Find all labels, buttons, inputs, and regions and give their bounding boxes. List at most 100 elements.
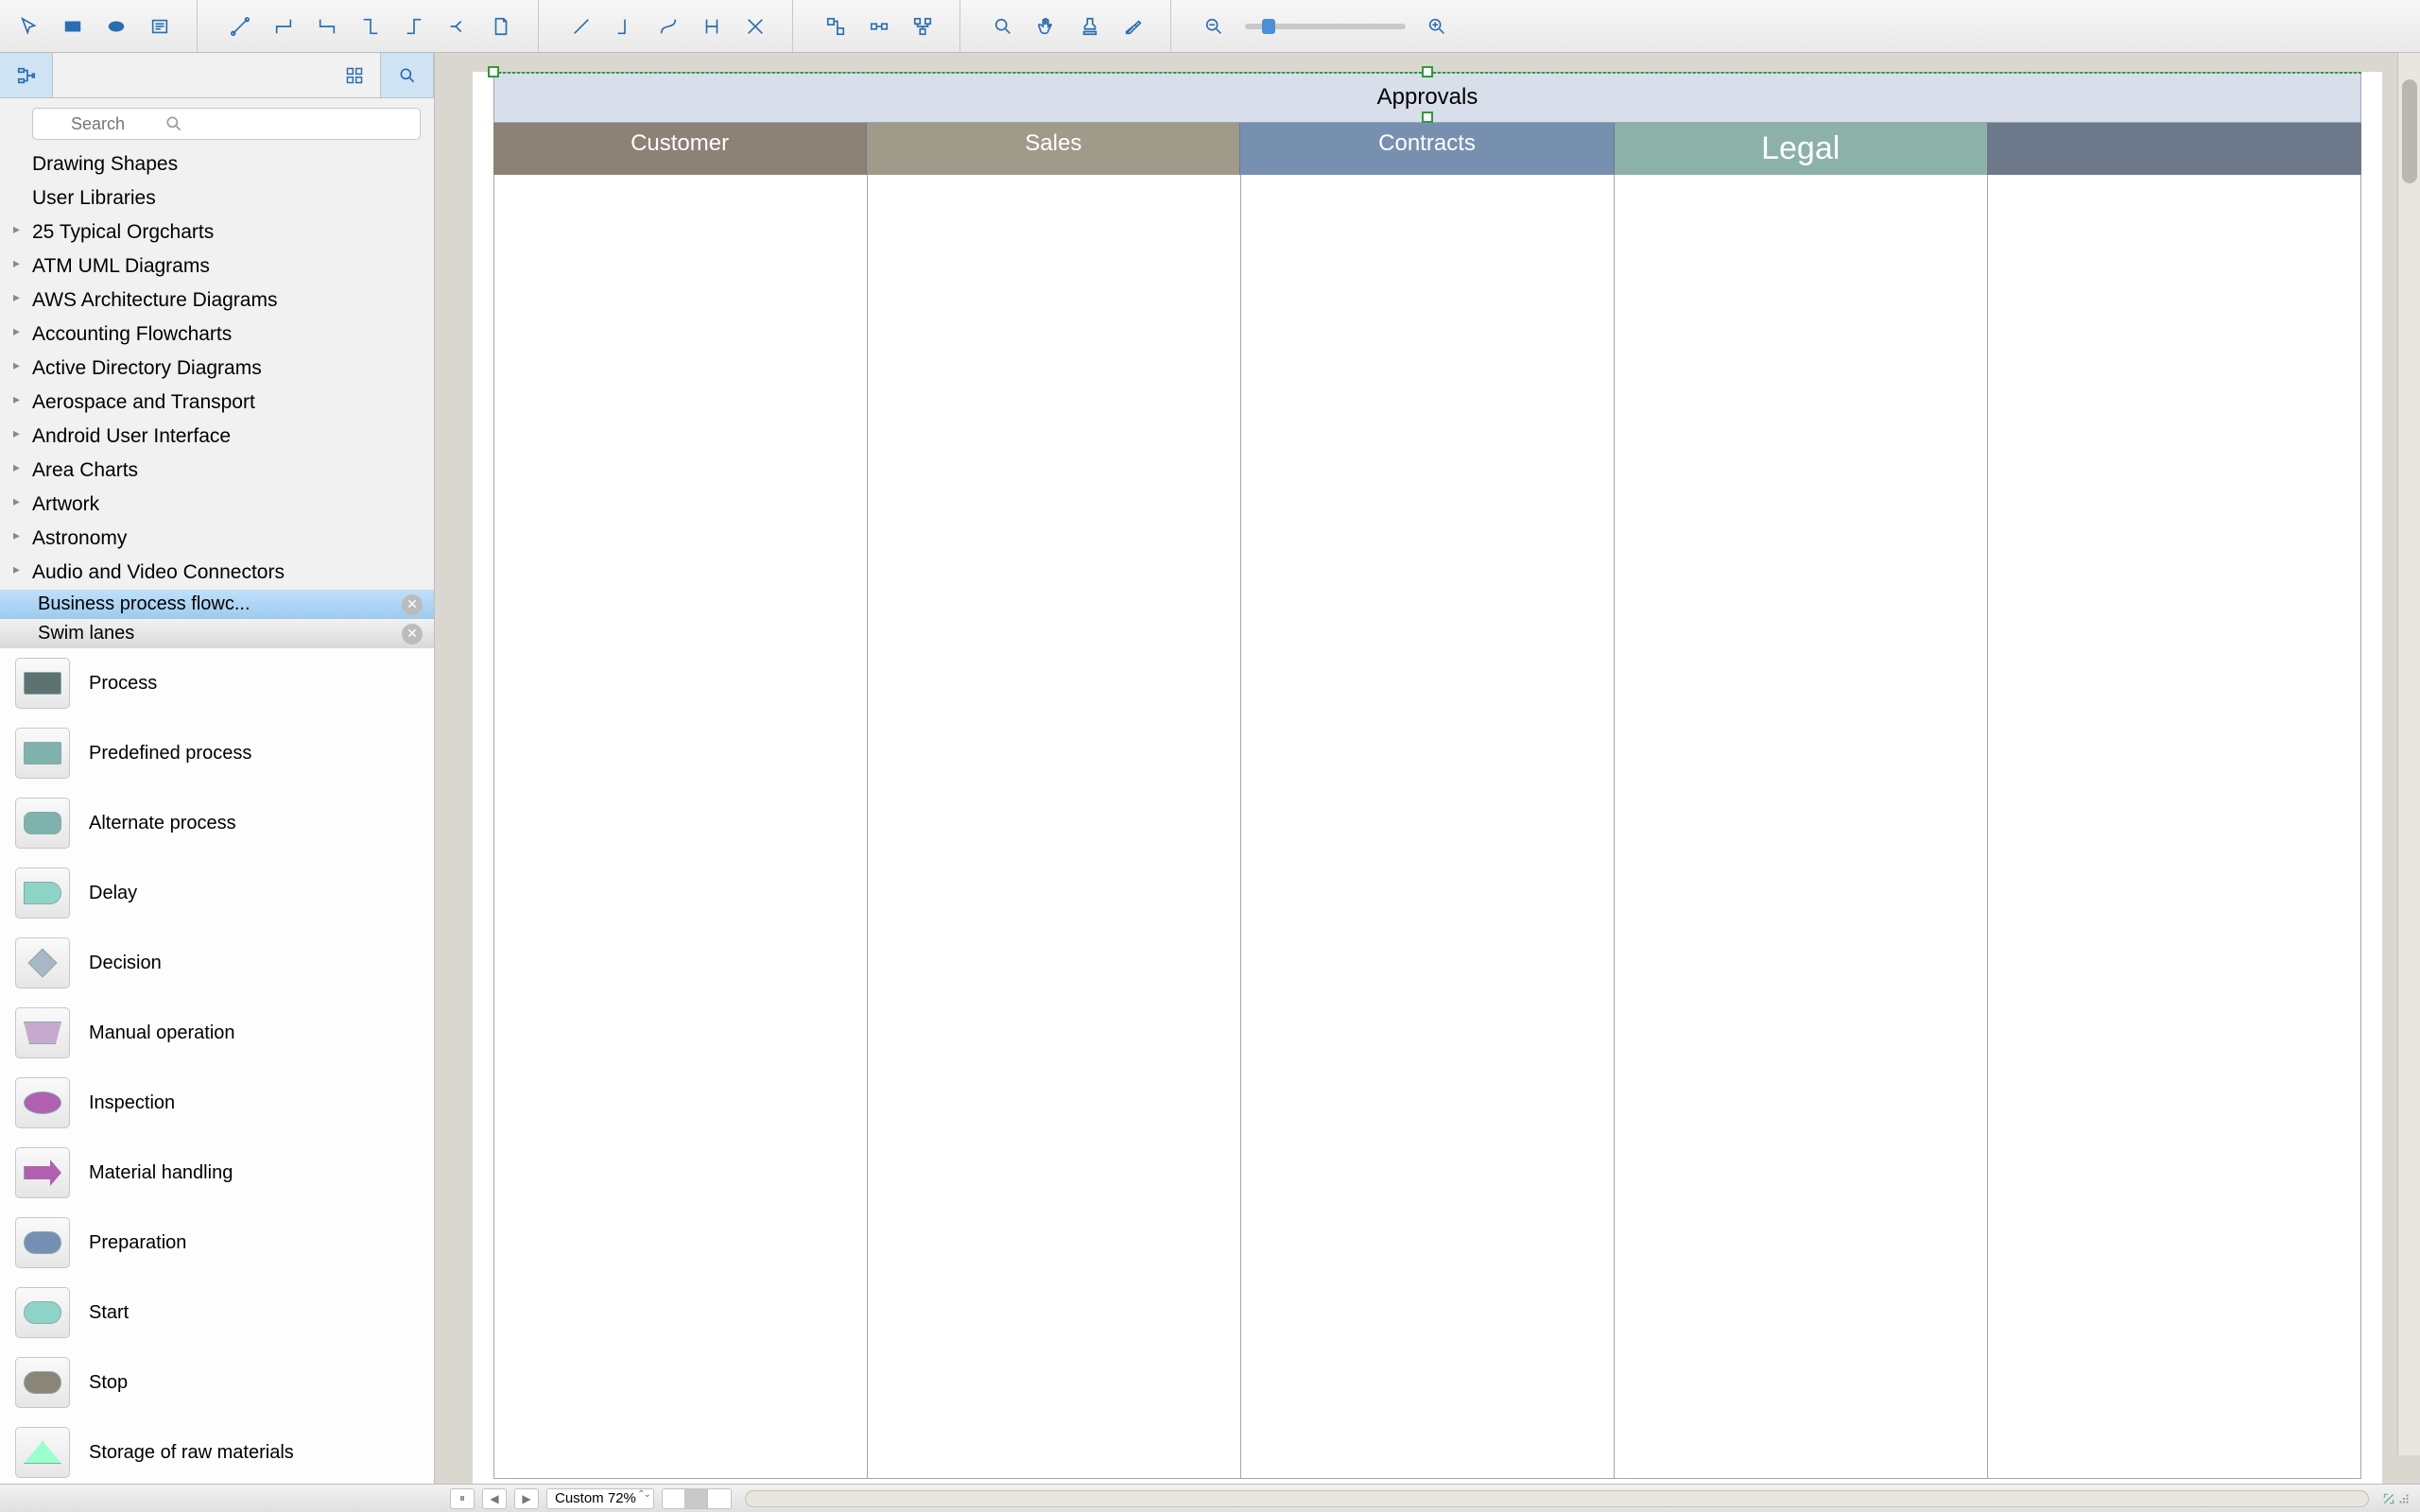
swimlane-column[interactable] bbox=[1241, 175, 1615, 1479]
library-category[interactable]: User Libraries bbox=[0, 181, 434, 215]
shape-palette-item[interactable]: Predefined process bbox=[0, 718, 434, 788]
swimlane-column[interactable] bbox=[1615, 175, 1988, 1479]
shape-palette-item[interactable]: Alternate process bbox=[0, 788, 434, 858]
connector-elbow3-icon[interactable] bbox=[351, 8, 390, 45]
selection-handle-n2[interactable] bbox=[1422, 112, 1433, 123]
ellipse-tool-icon[interactable] bbox=[96, 8, 136, 45]
library-category[interactable]: Artwork bbox=[0, 488, 434, 522]
line-straight-icon[interactable] bbox=[562, 8, 601, 45]
shape-label: Material handling bbox=[89, 1162, 233, 1184]
shape-palette-item[interactable]: Stop bbox=[0, 1348, 434, 1418]
library-category[interactable]: 25 Typical Orgcharts bbox=[0, 215, 434, 249]
library-category[interactable]: Aerospace and Transport bbox=[0, 386, 434, 420]
zoom-tool-icon[interactable] bbox=[983, 8, 1023, 45]
swimlane-headers: CustomerSalesContractsLegal bbox=[493, 123, 2361, 175]
shape-thumb-icon bbox=[15, 1077, 70, 1128]
swimlane-column[interactable] bbox=[493, 175, 868, 1479]
view-mode-3[interactable] bbox=[708, 1489, 731, 1508]
shape-palette-item[interactable]: Inspection bbox=[0, 1068, 434, 1138]
shape-thumb-icon bbox=[15, 1147, 70, 1198]
library-category[interactable]: Android User Interface bbox=[0, 420, 434, 454]
swimlane-header[interactable]: Contracts bbox=[1240, 123, 1614, 175]
zoom-level-select[interactable]: Custom 72% bbox=[546, 1488, 654, 1509]
eyedropper-tool-icon[interactable] bbox=[1114, 8, 1153, 45]
library-category[interactable]: Drawing Shapes bbox=[0, 147, 434, 181]
shape-palette-item[interactable]: Start bbox=[0, 1278, 434, 1348]
swimlane-header[interactable]: Sales bbox=[867, 123, 1240, 175]
swimlane-column[interactable] bbox=[1988, 175, 2361, 1479]
library-category[interactable]: Accounting Flowcharts bbox=[0, 318, 434, 352]
shape-palette-item[interactable]: Material handling bbox=[0, 1138, 434, 1208]
vertical-scroll-thumb[interactable] bbox=[2402, 79, 2417, 183]
autoarrange2-icon[interactable] bbox=[859, 8, 899, 45]
status-bar: ⏸ ◀ ▶ Custom 72% bbox=[0, 1484, 2420, 1512]
shape-palette-item[interactable]: Delay bbox=[0, 858, 434, 928]
shape-palette: ProcessPredefined processAlternate proce… bbox=[0, 648, 434, 1484]
zoom-slider[interactable] bbox=[1245, 24, 1406, 29]
library-category[interactable]: Audio and Video Connectors bbox=[0, 556, 434, 590]
line-double-icon[interactable] bbox=[692, 8, 732, 45]
zoom-in-icon[interactable] bbox=[1417, 8, 1457, 45]
search-tab[interactable] bbox=[381, 53, 434, 97]
open-library-swim-lanes[interactable]: Swim lanes ✕ bbox=[0, 619, 434, 648]
selection-handle-nw[interactable] bbox=[488, 66, 499, 77]
line-ortho-icon[interactable] bbox=[605, 8, 645, 45]
stamp-tool-icon[interactable] bbox=[1070, 8, 1110, 45]
view-mode-1[interactable] bbox=[663, 1489, 685, 1508]
page-prev-icon[interactable]: ◀ bbox=[482, 1488, 507, 1509]
open-library-business-process[interactable]: Business process flowc... ✕ bbox=[0, 590, 434, 619]
drawing-page[interactable]: Approvals CustomerSalesContractsLegal bbox=[473, 72, 2382, 1484]
zoom-slider-thumb[interactable] bbox=[1262, 19, 1275, 34]
swimlane-column[interactable] bbox=[868, 175, 1241, 1479]
shape-thumb-icon bbox=[15, 1427, 70, 1478]
horizontal-scrollbar[interactable] bbox=[745, 1490, 2369, 1507]
pointer-tool-icon[interactable] bbox=[9, 8, 49, 45]
selection-handle-n[interactable] bbox=[1422, 66, 1433, 77]
autoarrange1-icon[interactable] bbox=[816, 8, 856, 45]
shape-palette-item[interactable]: Manual operation bbox=[0, 998, 434, 1068]
corner-grip-icon[interactable] bbox=[2397, 1492, 2411, 1505]
autoarrange3-icon[interactable] bbox=[903, 8, 942, 45]
swimlane-header[interactable]: Legal bbox=[1615, 123, 1988, 175]
shape-palette-item[interactable]: Decision bbox=[0, 928, 434, 998]
connector-elbow1-icon[interactable] bbox=[264, 8, 303, 45]
view-mode-switch[interactable] bbox=[662, 1488, 732, 1509]
shape-palette-item[interactable]: Storage of raw materials bbox=[0, 1418, 434, 1484]
library-category[interactable]: Area Charts bbox=[0, 454, 434, 488]
pan-tool-icon[interactable] bbox=[1027, 8, 1066, 45]
library-category[interactable]: Astronomy bbox=[0, 522, 434, 556]
line-cross-icon[interactable] bbox=[735, 8, 775, 45]
zoom-out-icon[interactable] bbox=[1194, 8, 1234, 45]
connector-split-icon[interactable] bbox=[438, 8, 477, 45]
shape-thumb-icon bbox=[15, 1357, 70, 1408]
page-pause-icon[interactable]: ⏸ bbox=[450, 1488, 475, 1509]
connector-elbow2-icon[interactable] bbox=[307, 8, 347, 45]
vertical-scrollbar[interactable] bbox=[2397, 53, 2420, 1455]
close-library-icon[interactable]: ✕ bbox=[402, 594, 423, 615]
connector-direct-icon[interactable] bbox=[220, 8, 260, 45]
open-sublibrary-label: Swim lanes bbox=[38, 623, 134, 644]
library-category[interactable]: Active Directory Diagrams bbox=[0, 352, 434, 386]
library-category[interactable]: AWS Architecture Diagrams bbox=[0, 284, 434, 318]
corner-expand-icon[interactable] bbox=[2382, 1492, 2395, 1505]
text-tool-icon[interactable] bbox=[140, 8, 180, 45]
connector-elbow4-icon[interactable] bbox=[394, 8, 434, 45]
swimlane-header[interactable]: Customer bbox=[493, 123, 867, 175]
rect-tool-icon[interactable] bbox=[53, 8, 93, 45]
swimlane-header[interactable] bbox=[1988, 123, 2361, 175]
line-curve-icon[interactable] bbox=[648, 8, 688, 45]
grid-view-tab[interactable] bbox=[328, 53, 381, 97]
shape-palette-item[interactable]: Preparation bbox=[0, 1208, 434, 1278]
shape-label: Start bbox=[89, 1302, 129, 1324]
library-tree-tab[interactable] bbox=[0, 53, 53, 97]
library-category[interactable]: ATM UML Diagrams bbox=[0, 249, 434, 284]
library-search-input[interactable] bbox=[32, 108, 421, 140]
shape-palette-item[interactable]: Process bbox=[0, 648, 434, 718]
close-sublibrary-icon[interactable]: ✕ bbox=[402, 624, 423, 644]
page-tool-icon[interactable] bbox=[481, 8, 521, 45]
view-mode-2[interactable] bbox=[685, 1489, 708, 1508]
swimlane-body bbox=[493, 175, 2361, 1479]
shape-label: Inspection bbox=[89, 1092, 175, 1114]
shape-label: Manual operation bbox=[89, 1022, 235, 1044]
page-next-icon[interactable]: ▶ bbox=[514, 1488, 539, 1509]
